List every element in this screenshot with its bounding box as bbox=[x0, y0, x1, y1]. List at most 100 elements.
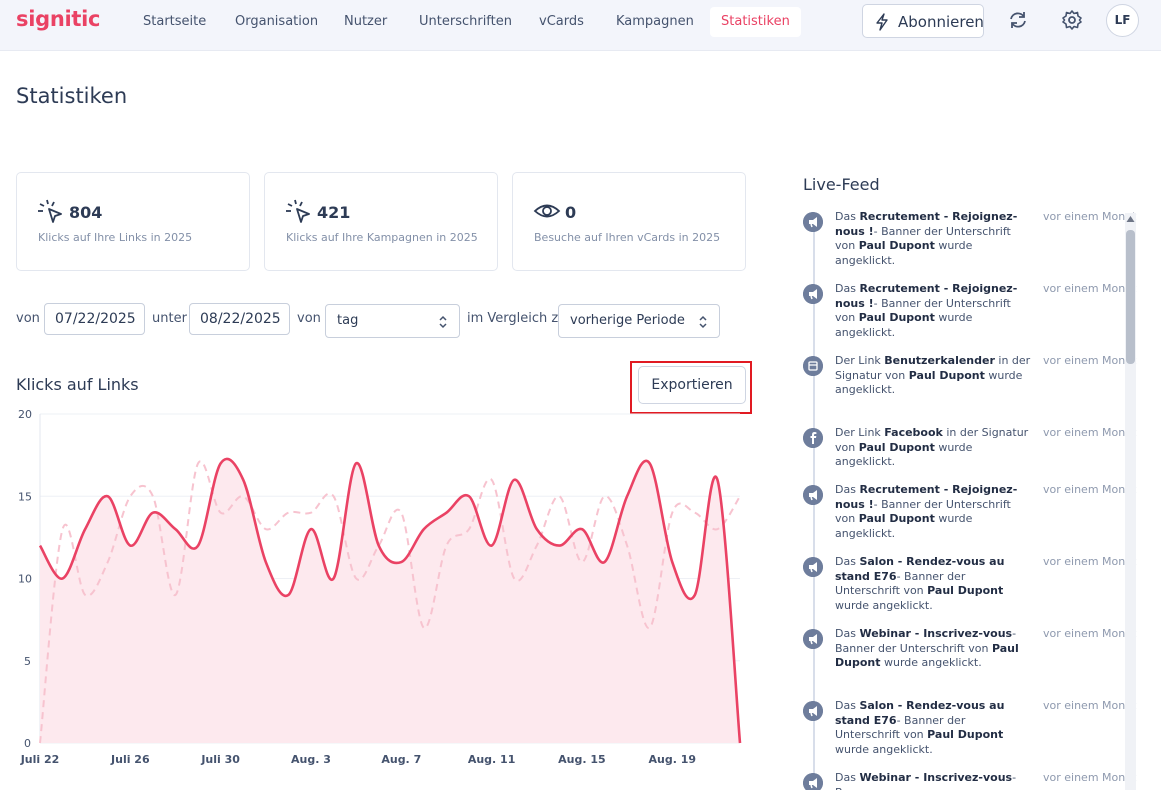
page-title: Statistiken bbox=[16, 84, 128, 108]
feed-text-user: Paul Dupont bbox=[858, 440, 935, 454]
nav-item-vcards[interactable]: vCards bbox=[528, 7, 595, 37]
feed-text-user: Paul Dupont bbox=[858, 239, 935, 252]
x-tick-label: Aug. 19 bbox=[648, 753, 696, 766]
stat-caption: Klicks auf Ihre Links in 2025 bbox=[38, 231, 193, 244]
chevron-up-down-icon bbox=[699, 315, 707, 329]
feed-item-text: Das Recrutement - Rejoignez-nous !- Bann… bbox=[835, 282, 1031, 340]
feed-text-part: Das bbox=[835, 627, 860, 640]
nav-item-nutzer[interactable]: Nutzer bbox=[333, 7, 398, 37]
stat-card-vcard-visits: 0 Besuche auf Ihren vCards in 2025 bbox=[512, 172, 746, 271]
stat-value: 0 bbox=[565, 203, 577, 222]
compare-value: vorherige Periode bbox=[570, 313, 685, 328]
feed-item-time: vor einem Monat bbox=[1043, 354, 1137, 367]
calendar-icon bbox=[803, 356, 823, 376]
feed-text-part: wurde angeklickt. bbox=[835, 598, 933, 612]
feed-text-part: Der Link bbox=[835, 426, 885, 439]
chart-title: Klicks auf Links bbox=[16, 375, 139, 394]
y-tick-label: 15 bbox=[18, 490, 32, 503]
feed-item-time: vor einem Monat bbox=[1043, 771, 1137, 784]
megaphone-icon bbox=[803, 212, 823, 232]
megaphone-icon bbox=[803, 485, 823, 505]
eye-icon bbox=[533, 204, 561, 218]
feed-text-user: Paul Dupont bbox=[927, 584, 1004, 597]
gear-icon[interactable] bbox=[1061, 9, 1083, 31]
stat-value: 804 bbox=[69, 203, 103, 222]
chevron-up-down-icon bbox=[439, 315, 447, 329]
stat-value: 421 bbox=[317, 203, 351, 222]
feed-text-highlight: Benutzerkalender bbox=[884, 354, 995, 367]
nav-item-kampagnen[interactable]: Kampagnen bbox=[605, 7, 705, 37]
brand-logo[interactable]: signitic bbox=[16, 7, 100, 31]
feed-item-time: vor einem Monat bbox=[1043, 282, 1137, 295]
feed-scrollbar-thumb[interactable] bbox=[1126, 230, 1135, 364]
feed-item-text: Das Recrutement - Rejoignez-nous !- Bann… bbox=[835, 210, 1031, 268]
x-tick-label: Aug. 15 bbox=[558, 753, 606, 766]
stat-caption: Besuche auf Ihren vCards in 2025 bbox=[534, 231, 721, 244]
compare-label: im Vergleich zu bbox=[467, 311, 567, 326]
series-area-fill bbox=[40, 458, 740, 743]
group-by-value: tag bbox=[337, 313, 359, 328]
to-label: unter bbox=[152, 311, 187, 326]
group-label: von bbox=[297, 311, 321, 326]
feed-text-highlight: Facebook bbox=[884, 426, 943, 439]
stat-card-campaign-clicks: 421 Klicks auf Ihre Kampagnen in 2025 bbox=[264, 172, 498, 271]
feed-item-text: Das Webinar - Inscrivez-vous-Banner bbox=[835, 771, 1031, 790]
feed-item-text: Das Salon - Rendez-vous au stand E76- Ba… bbox=[835, 555, 1031, 613]
feed-item-text: Das Webinar - Inscrivez-vous-Banner der … bbox=[835, 627, 1031, 671]
x-tick-label: Aug. 3 bbox=[291, 753, 331, 766]
feed-text-highlight: Webinar - Inscrivez-vous bbox=[859, 627, 1013, 640]
feed-text-part: Das bbox=[835, 555, 860, 568]
feed-item-time: vor einem Monat bbox=[1043, 426, 1137, 439]
feed-text-part: wurde angeklickt. bbox=[835, 742, 933, 756]
x-tick-label: Juli 22 bbox=[20, 753, 60, 766]
live-feed-title: Live-Feed bbox=[803, 175, 880, 194]
click-icon bbox=[286, 199, 310, 223]
feed-text-highlight: Webinar - Inscrivez-vous bbox=[859, 771, 1013, 784]
feed-item-text: Der Link Benutzerkalender in der Signatu… bbox=[835, 354, 1031, 398]
from-label: von bbox=[16, 311, 40, 326]
group-by-select[interactable]: tag bbox=[325, 304, 460, 338]
avatar[interactable]: LF bbox=[1106, 4, 1139, 37]
subscribe-button[interactable]: Abonnieren bbox=[862, 4, 984, 38]
bolt-icon bbox=[876, 13, 888, 31]
x-tick-label: Aug. 11 bbox=[468, 753, 516, 766]
y-tick-label: 10 bbox=[18, 573, 32, 586]
y-tick-label: 20 bbox=[18, 408, 32, 421]
export-button[interactable]: Exportieren bbox=[638, 366, 746, 404]
nav-item-organisation[interactable]: Organisation bbox=[224, 7, 329, 37]
nav-item-statistiken[interactable]: Statistiken bbox=[710, 7, 801, 37]
refresh-icon[interactable] bbox=[1007, 9, 1029, 31]
feed-text-part: Das bbox=[835, 282, 860, 295]
megaphone-icon bbox=[803, 773, 823, 790]
feed-item-time: vor einem Monat bbox=[1043, 627, 1137, 640]
feed-item-time: vor einem Monat bbox=[1043, 483, 1137, 496]
feed-text-part: Der Link bbox=[835, 354, 885, 367]
megaphone-icon bbox=[803, 629, 823, 649]
to-date-input[interactable]: 08/22/2025 bbox=[189, 303, 290, 335]
feed-item-time: vor einem Monat bbox=[1043, 699, 1137, 712]
feed-text-part: Das bbox=[835, 210, 860, 223]
feed-item-text: Das Salon - Rendez-vous au stand E76- Ba… bbox=[835, 699, 1031, 757]
y-tick-label: 0 bbox=[24, 737, 31, 750]
x-tick-label: Aug. 7 bbox=[381, 753, 421, 766]
facebook-icon bbox=[803, 428, 823, 448]
feed-item-time: vor einem Monat bbox=[1043, 555, 1137, 568]
feed-text-user: Paul Dupont bbox=[858, 311, 935, 324]
feed-text-user: Paul Dupont bbox=[858, 512, 935, 525]
stat-card-link-clicks: 804 Klicks auf Ihre Links in 2025 bbox=[16, 172, 250, 271]
from-date-input[interactable]: 07/22/2025 bbox=[44, 303, 145, 335]
scroll-up-arrow-icon[interactable] bbox=[1126, 215, 1135, 223]
stat-caption: Klicks auf Ihre Kampagnen in 2025 bbox=[286, 231, 478, 244]
nav-item-startseite[interactable]: Startseite bbox=[132, 7, 217, 37]
nav-item-unterschriften[interactable]: Unterschriften bbox=[408, 7, 523, 37]
x-tick-label: Juli 30 bbox=[200, 753, 240, 766]
megaphone-icon bbox=[803, 557, 823, 577]
feed-item-text: Der Link Facebook in der Signatur von Pa… bbox=[835, 426, 1031, 470]
feed-item-time: vor einem Monat bbox=[1043, 210, 1137, 223]
feed-text-user: Paul Dupont bbox=[927, 728, 1004, 741]
top-navbar: signitic Startseite Organisation Nutzer … bbox=[0, 0, 1161, 51]
x-tick-label: Juli 26 bbox=[110, 753, 150, 766]
compare-select[interactable]: vorherige Periode bbox=[558, 304, 720, 338]
feed-text-part: Das bbox=[835, 483, 860, 496]
megaphone-icon bbox=[803, 701, 823, 721]
